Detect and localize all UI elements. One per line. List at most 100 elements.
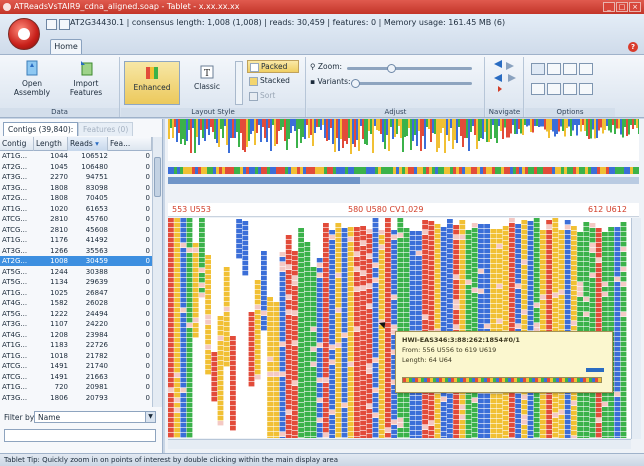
- table-row[interactable]: AT5G... 1134 29639 0: [0, 277, 152, 287]
- table-row[interactable]: AT1G... 1025 26847 0: [0, 288, 152, 298]
- base-cell: [558, 235, 565, 240]
- style-gallery-scroll[interactable]: [235, 61, 243, 105]
- table-row[interactable]: ATCG... 1491 21740 0: [0, 361, 152, 371]
- option-color-icon[interactable]: [547, 63, 561, 75]
- table-row[interactable]: ATCG... 2810 45760 0: [0, 214, 152, 224]
- save-icon[interactable]: [59, 19, 70, 30]
- base-cell: [310, 377, 317, 382]
- base-cell: [381, 167, 384, 174]
- reads-canvas[interactable]: [168, 218, 631, 438]
- filter-select[interactable]: Name ▼: [34, 411, 156, 423]
- variants-slider[interactable]: [351, 79, 472, 88]
- contig-table-scrollbar[interactable]: [152, 137, 162, 407]
- application-orb-button[interactable]: [8, 18, 40, 50]
- reads-vertical-scrollbar[interactable]: [631, 218, 641, 439]
- table-row[interactable]: AT3G... 1808 83098 0: [0, 183, 152, 193]
- enhanced-button[interactable]: Enhanced: [124, 61, 180, 105]
- base-cell: [182, 119, 184, 139]
- table-row[interactable]: AT2G... 1808 70405 0: [0, 193, 152, 203]
- minimize-button[interactable]: _: [603, 2, 615, 12]
- base-cell: [316, 308, 323, 313]
- base-cell: [292, 261, 298, 266]
- base-cell: [577, 312, 583, 317]
- table-row[interactable]: ATCG... 1491 21663 0: [0, 372, 152, 382]
- table-row[interactable]: AT3G... 1806 20793 0: [0, 393, 152, 403]
- base-cell: [440, 227, 447, 232]
- tab-features[interactable]: Features (0): [78, 122, 134, 136]
- close-button[interactable]: ×: [629, 2, 641, 12]
- column-features[interactable]: Fea...: [108, 137, 152, 151]
- base-cell: [292, 381, 298, 386]
- open-icon[interactable]: [46, 19, 57, 30]
- open-assembly-button[interactable]: Open Assembly: [10, 59, 54, 97]
- option-search-icon[interactable]: [563, 63, 577, 75]
- column-reads[interactable]: Reads ▾: [68, 137, 108, 151]
- table-row[interactable]: AT5G... 1244 30388 0: [0, 267, 152, 277]
- zoom-slider-knob[interactable]: [387, 64, 396, 73]
- base-cell: [341, 253, 348, 258]
- table-row[interactable]: ATCG... 2810 45608 0: [0, 225, 152, 235]
- base-cell: [284, 177, 288, 184]
- table-row[interactable]: AT1G... 1183 22726 0: [0, 340, 152, 350]
- option-tag-icon[interactable]: [531, 63, 545, 75]
- base-cell: [192, 293, 199, 298]
- option-box1-icon[interactable]: [531, 83, 545, 95]
- table-row[interactable]: AT3G... 1107 24220 0: [0, 319, 152, 329]
- base-cell: [180, 333, 187, 338]
- base-cell: [329, 315, 335, 320]
- table-row[interactable]: AT1G... 1020 61653 0: [0, 204, 152, 214]
- table-row[interactable]: AT4G... 1582 26028 0: [0, 298, 152, 308]
- base-cell: [416, 231, 422, 236]
- option-box2-icon[interactable]: [547, 83, 561, 95]
- base-cell: [279, 362, 286, 367]
- zoom-slider[interactable]: [347, 64, 472, 73]
- filter-input[interactable]: [4, 429, 156, 442]
- base-cell: [614, 347, 621, 352]
- table-row[interactable]: AT1G... 1044 106512 0: [0, 151, 152, 161]
- table-row[interactable]: AT2G... 1008 30459 0: [0, 256, 152, 266]
- table-row[interactable]: AT3G... 1266 35563 0: [0, 246, 152, 256]
- reads-horizontal-scrollbar[interactable]: [168, 439, 631, 449]
- packed-button[interactable]: Packed: [247, 60, 299, 73]
- table-row[interactable]: AT1G... 1018 21782 0: [0, 351, 152, 361]
- column-length[interactable]: Length: [34, 137, 68, 151]
- option-box4-icon[interactable]: [579, 83, 593, 95]
- table-cell: 1183: [50, 341, 68, 349]
- base-cell: [542, 119, 544, 127]
- base-cell: [521, 275, 528, 280]
- base-cell: [186, 253, 193, 258]
- maximize-button[interactable]: □: [616, 2, 628, 12]
- overview-panel[interactable]: [168, 119, 639, 161]
- option-box3-icon[interactable]: [563, 83, 577, 95]
- table-row[interactable]: AT5G... 1222 24494 0: [0, 309, 152, 319]
- base-cell: [321, 167, 324, 174]
- base-cell: [488, 177, 492, 184]
- navigate-icons[interactable]: [492, 60, 518, 94]
- option-grid-icon[interactable]: [579, 63, 593, 75]
- import-features-button[interactable]: Import Features: [62, 59, 110, 97]
- stacked-button[interactable]: Stacked: [247, 75, 299, 88]
- table-row[interactable]: AT1G... 1176 41492 0: [0, 235, 152, 245]
- tab-home[interactable]: Home: [50, 39, 82, 54]
- base-cell: [378, 230, 385, 235]
- tab-contigs[interactable]: Contigs (39,840):: [3, 122, 79, 136]
- aligned-reads: [168, 218, 627, 438]
- variants-slider-knob[interactable]: [351, 79, 360, 88]
- base-cell: [510, 167, 513, 174]
- base-cell: [440, 237, 447, 242]
- column-contig[interactable]: Contig: [0, 137, 34, 151]
- sort-button[interactable]: Sort: [247, 90, 299, 103]
- base-cell: [620, 332, 627, 337]
- table-row[interactable]: AT3G... 2270 94751 0: [0, 172, 152, 182]
- position-ruler: 553 U553 580 U580 CV1,029 612 U612: [168, 203, 639, 217]
- table-row[interactable]: AT4G... 1208 23984 0: [0, 330, 152, 340]
- help-icon[interactable]: ?: [628, 42, 638, 52]
- contig-scroll-thumb[interactable]: [154, 157, 161, 197]
- base-cell: [261, 316, 267, 321]
- table-row[interactable]: AT2G... 1045 106480 0: [0, 162, 152, 172]
- classic-button[interactable]: T Classic: [182, 61, 232, 105]
- base-cell: [298, 418, 304, 423]
- base-cell: [533, 258, 540, 263]
- base-cell: [409, 411, 416, 416]
- table-row[interactable]: AT1G... 720 20981 0: [0, 382, 152, 392]
